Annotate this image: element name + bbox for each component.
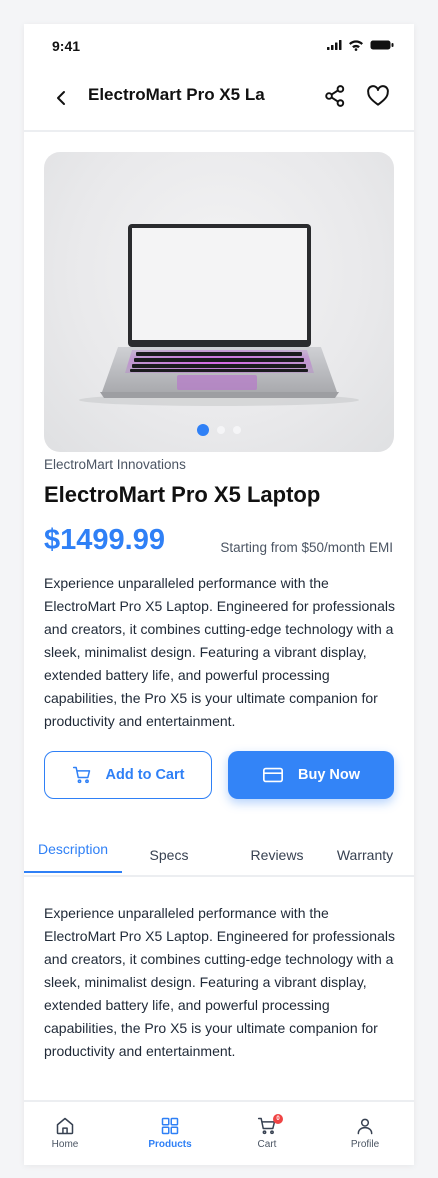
app-screen: 9:41 ElectroMart Pro X5 La ElectroMart I… — [24, 24, 414, 1165]
carousel-dot-2[interactable] — [217, 426, 225, 434]
buy-now-button[interactable]: Buy Now — [228, 751, 394, 799]
detail-tabs: Description Specs Reviews Warranty — [24, 832, 414, 877]
user-icon — [357, 1118, 373, 1135]
cart-icon — [72, 766, 90, 784]
status-icons — [326, 39, 394, 51]
page-title: ElectroMart Pro X5 La — [88, 85, 265, 104]
nav-profile-label: Profile — [350, 1139, 380, 1150]
nav-cart[interactable]: 0 Cart — [227, 1102, 307, 1165]
share-icon — [325, 85, 345, 107]
nav-cart-label: Cart — [257, 1139, 277, 1150]
heart-icon — [367, 85, 389, 106]
home-icon — [56, 1117, 74, 1135]
add-to-cart-label: Add to Cart — [105, 767, 185, 783]
cart-badge: 0 — [273, 1114, 283, 1124]
share-button[interactable] — [322, 83, 348, 109]
brand-name: ElectroMart Innovations — [44, 457, 186, 472]
product-description: Experience unparalleled performance with… — [44, 575, 395, 729]
product-name: ElectroMart Pro X5 Laptop — [44, 482, 321, 507]
add-to-cart-button[interactable]: Add to Cart — [44, 751, 212, 799]
grid-icon — [161, 1117, 179, 1135]
status-time: 9:41 — [52, 38, 81, 54]
nav-products[interactable]: Products — [130, 1102, 210, 1165]
tab-warranty-label: Warranty — [336, 847, 394, 863]
tab-content-description: Experience unparalleled performance with… — [44, 905, 395, 1059]
carousel-dot-3[interactable] — [233, 426, 241, 434]
signal-icon — [327, 40, 342, 50]
product-image-carousel[interactable] — [44, 152, 394, 452]
laptop-image — [79, 224, 359, 406]
tab-reviews-label: Reviews — [250, 847, 304, 863]
tab-specs-label: Specs — [149, 847, 189, 863]
nav-home-label: Home — [51, 1139, 79, 1150]
tab-reviews[interactable]: Reviews — [229, 834, 325, 879]
tab-specs[interactable]: Specs — [136, 834, 202, 879]
back-button[interactable] — [50, 86, 74, 110]
wifi-icon — [349, 40, 363, 51]
favorite-button[interactable] — [365, 83, 391, 109]
credit-card-icon — [262, 767, 283, 783]
bottom-navigation: Home Products 0 Cart Profile — [24, 1100, 414, 1165]
product-price: $1499.99 — [44, 524, 165, 556]
tab-description-label: Description — [37, 841, 109, 857]
emi-info: Starting from $50/month EMI — [220, 540, 393, 555]
header-bar: ElectroMart Pro X5 La — [24, 68, 414, 132]
nav-profile[interactable]: Profile — [325, 1102, 405, 1165]
status-bar: 9:41 — [24, 24, 414, 68]
buy-now-label: Buy Now — [297, 767, 361, 783]
chevron-left-icon — [57, 91, 65, 105]
tab-warranty[interactable]: Warranty — [328, 834, 402, 879]
tab-description[interactable]: Description — [24, 828, 122, 873]
carousel-dot-1[interactable] — [197, 424, 209, 436]
nav-products-label: Products — [148, 1139, 192, 1150]
carousel-dots — [44, 424, 394, 436]
nav-home[interactable]: Home — [25, 1102, 105, 1165]
battery-icon — [370, 40, 394, 50]
